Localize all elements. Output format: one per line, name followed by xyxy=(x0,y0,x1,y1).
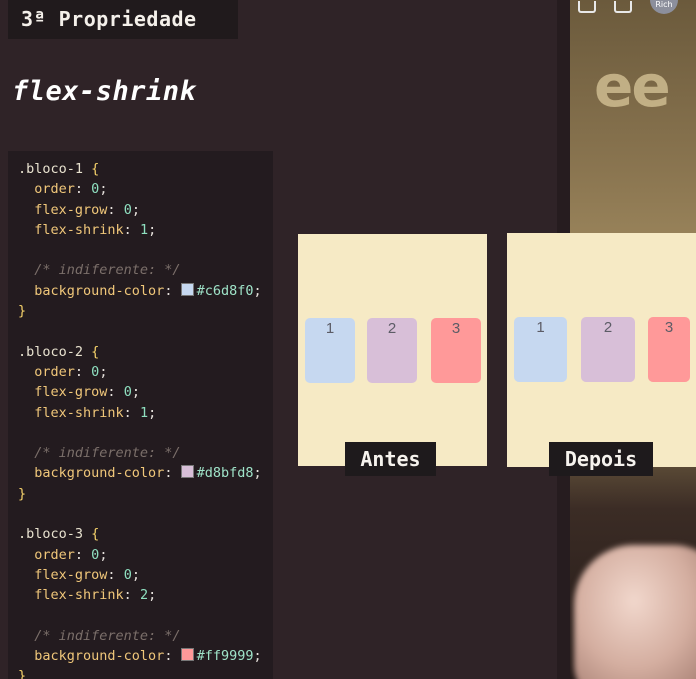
label-depois: Depois xyxy=(549,442,653,476)
value: #d8bfd8 xyxy=(196,465,254,482)
comment: /* indiferente: */ xyxy=(34,627,181,644)
value: 0 xyxy=(91,363,100,380)
close-brace: } xyxy=(18,485,27,502)
open-brace: { xyxy=(91,161,100,177)
value: #c6d8f0 xyxy=(196,282,254,299)
bloco-2: 2 xyxy=(581,317,635,382)
close-brace: } xyxy=(18,668,27,679)
selector: .bloco-2 xyxy=(18,343,84,360)
bloco-1: 1 xyxy=(305,318,355,383)
property: background-color xyxy=(34,465,165,482)
video-toolbar: Rich xyxy=(578,0,678,14)
color-swatch[interactable] xyxy=(180,648,194,662)
value: 1 xyxy=(139,404,149,421)
value: 2 xyxy=(139,587,149,604)
close-brace: } xyxy=(18,303,27,320)
label-antes: Antes xyxy=(345,442,436,476)
background-sign-text: ee xyxy=(594,52,671,120)
bloco-1: 1 xyxy=(514,317,567,382)
code-panel: .bloco-1 { order: 0; flex-grow: 0; flex-… xyxy=(8,151,273,679)
property: order xyxy=(34,546,75,563)
code-block-3: .bloco-3 { order: 0; flex-grow: 0; flex-… xyxy=(18,524,273,679)
property: order xyxy=(34,181,75,198)
property: flex-grow xyxy=(34,566,108,583)
selector: .bloco-1 xyxy=(18,161,84,177)
value: 0 xyxy=(123,384,132,401)
property: flex-shrink xyxy=(34,404,124,421)
property: order xyxy=(34,363,75,380)
selector: .bloco-3 xyxy=(18,526,84,543)
property: flex-grow xyxy=(34,201,108,218)
avatar[interactable]: Rich xyxy=(650,0,678,14)
value: 0 xyxy=(91,546,100,563)
bloco-3: 3 xyxy=(431,318,481,383)
color-swatch[interactable] xyxy=(180,465,194,479)
code-block-1: .bloco-1 { order: 0; flex-grow: 0; flex-… xyxy=(18,161,262,320)
value: #ff9999 xyxy=(196,648,254,665)
property: flex-shrink xyxy=(34,587,124,604)
presenter-hand xyxy=(574,545,696,679)
property: background-color xyxy=(34,648,165,665)
comment: /* indiferente: */ xyxy=(34,445,181,462)
value: 0 xyxy=(123,566,132,583)
bloco-2: 2 xyxy=(367,318,417,383)
property: background-color xyxy=(34,282,165,299)
property-tag: 3ª Propriedade xyxy=(8,0,238,39)
demo-depois: 1 2 3 xyxy=(507,233,696,467)
color-swatch[interactable] xyxy=(180,282,194,296)
comment: /* indiferente: */ xyxy=(34,262,181,279)
property-title: flex-shrink xyxy=(12,76,197,107)
bloco-3: 3 xyxy=(648,317,690,382)
demo-antes: 1 2 3 xyxy=(298,234,487,466)
screen-share-icon[interactable] xyxy=(578,1,596,13)
open-brace: { xyxy=(91,526,100,543)
code-block-2: .bloco-2 { order: 0; flex-grow: 0; flex-… xyxy=(18,343,262,502)
property: flex-grow xyxy=(34,384,108,401)
value: 0 xyxy=(123,201,132,218)
popout-icon[interactable] xyxy=(614,1,632,13)
value: 0 xyxy=(91,181,100,198)
open-brace: { xyxy=(91,343,100,360)
property: flex-shrink xyxy=(34,221,124,238)
value: 1 xyxy=(139,221,149,238)
